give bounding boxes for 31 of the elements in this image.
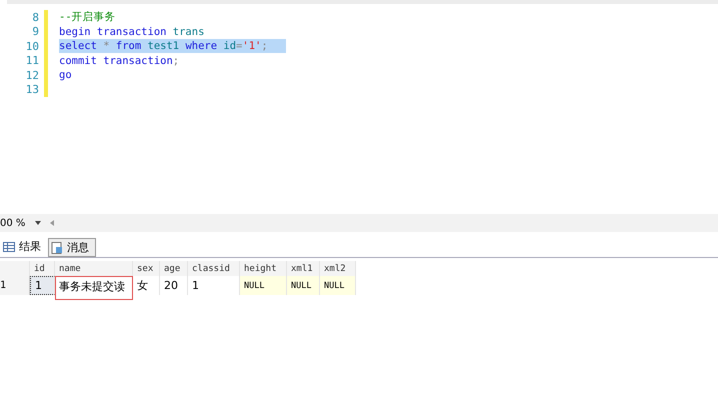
column-header: sex <box>133 261 160 276</box>
column-header: xml2 <box>320 261 356 276</box>
code-line: --开启事务 <box>59 10 116 24</box>
line-number: 9 <box>31 25 39 38</box>
table-cell: 1 <box>30 276 55 295</box>
line-number: 11 <box>24 54 39 68</box>
line-number: 10 <box>24 40 39 53</box>
grid-icon <box>3 242 15 252</box>
zoom-dropdown[interactable]: 00 % <box>0 218 44 228</box>
corner-header <box>0 261 30 276</box>
line-number: 13 <box>24 83 39 96</box>
column-header: name <box>55 261 133 276</box>
column-header: height <box>240 261 287 276</box>
result-tab[interactable]: 消息 <box>48 238 96 257</box>
table-cell: NULL <box>287 276 320 295</box>
message-icon <box>51 242 63 254</box>
code-line: begin transaction trans <box>59 24 204 39</box>
column-header: classid <box>188 261 240 276</box>
code-line: commit transaction; <box>59 54 180 68</box>
column-header: age <box>160 261 188 276</box>
line-number: 12 <box>24 68 39 82</box>
column-header: xml1 <box>287 261 320 276</box>
line-number: 8 <box>31 10 39 24</box>
table-cell: NULL <box>320 276 356 295</box>
table-cell: 事务未提交读 <box>55 276 133 300</box>
scroll-left-icon <box>50 220 54 226</box>
code-line: go <box>59 68 72 82</box>
caret-icon <box>35 221 42 225</box>
table-cell: NULL <box>240 276 287 295</box>
row-number: 1 <box>0 276 30 295</box>
column-header: id <box>30 261 55 276</box>
